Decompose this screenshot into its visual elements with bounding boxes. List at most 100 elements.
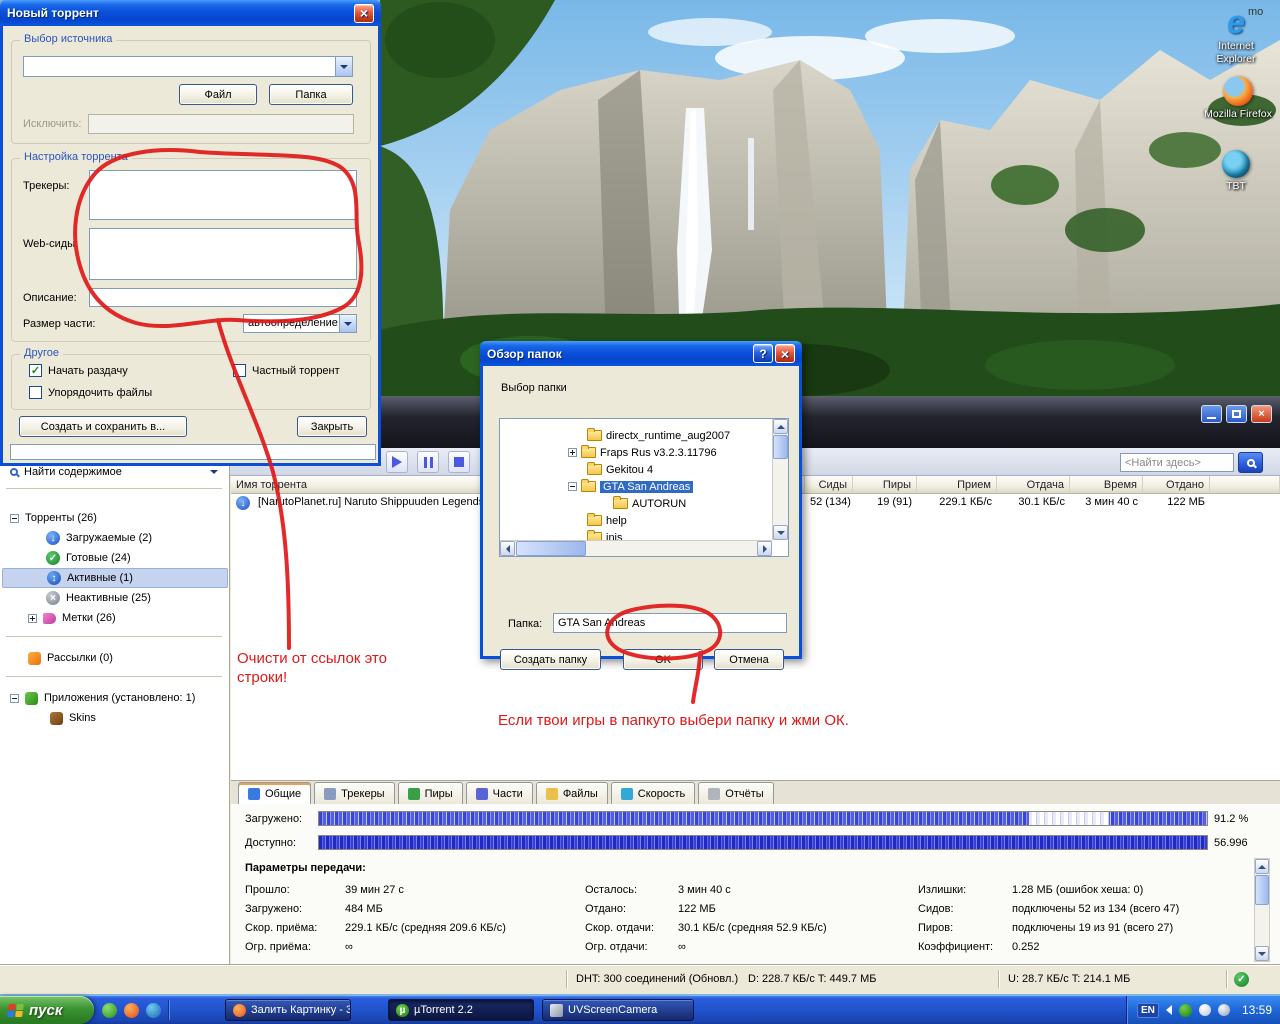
scrollbar-thumb[interactable]: [516, 541, 586, 556]
scrollbar-thumb[interactable]: [773, 435, 788, 459]
webseeds-textarea[interactable]: [89, 228, 357, 280]
sidebar-item-label: Рассылки (0): [47, 652, 113, 664]
sidebar-item-labels[interactable]: Метки (26): [2, 608, 228, 628]
sidebar-item-torrents[interactable]: Торренты (26): [2, 508, 228, 528]
expand-icon[interactable]: [28, 613, 37, 623]
description-input[interactable]: [89, 288, 357, 307]
scrollbar-right-button[interactable]: [757, 541, 772, 556]
trackers-textarea[interactable]: [89, 170, 357, 220]
tree-item[interactable]: help: [587, 512, 627, 529]
tree-item[interactable]: directx_runtime_aug2007: [587, 427, 730, 444]
combo-drop-button[interactable]: [339, 315, 356, 332]
help-button[interactable]: [753, 344, 773, 363]
system-tray: EN 13:59: [1126, 996, 1280, 1024]
tab-logger[interactable]: Отчёты: [698, 782, 774, 804]
param-label: Пиров:: [918, 922, 954, 934]
scrollbar-up-button[interactable]: [773, 419, 788, 434]
collapse-icon[interactable]: [568, 482, 577, 491]
sidebar-item-label: Skins: [69, 712, 96, 724]
scrollbar-up-button[interactable]: [1255, 859, 1269, 874]
column-header-peers[interactable]: Пиры: [853, 476, 917, 494]
tree-item[interactable]: AUTORUN: [613, 495, 686, 512]
tab-general[interactable]: Общие: [238, 782, 312, 804]
minimize-button[interactable]: [1201, 405, 1222, 423]
folder-button[interactable]: Папка: [269, 84, 353, 105]
column-header-uploaded[interactable]: Отдано: [1143, 476, 1210, 494]
clock[interactable]: 13:59: [1242, 1003, 1272, 1017]
param-value: ∞: [678, 941, 686, 953]
create-and-save-button[interactable]: Создать и сохранить в...: [19, 416, 187, 437]
search-button[interactable]: [1238, 452, 1263, 473]
tray-icon[interactable]: [1198, 1004, 1211, 1016]
sidebar-item-feeds[interactable]: Рассылки (0): [2, 648, 228, 668]
tab-speed[interactable]: Скорость: [610, 782, 696, 804]
cancel-button[interactable]: Отмена: [714, 649, 784, 670]
piece-size-combobox[interactable]: автоопределение: [243, 314, 357, 333]
stop-torrent-button[interactable]: [448, 451, 470, 473]
language-indicator[interactable]: EN: [1137, 1002, 1159, 1018]
tab-pieces[interactable]: Части: [465, 782, 533, 804]
tree-item[interactable]: Fraps Rus v3.2.3.11796: [568, 444, 717, 461]
folder-name-input[interactable]: [553, 613, 787, 633]
quick-launch-icon-1[interactable]: [102, 1003, 117, 1018]
tab-trackers[interactable]: Трекеры: [314, 782, 395, 804]
scrollbar-thumb[interactable]: [1255, 875, 1269, 905]
start-torrent-button[interactable]: [386, 451, 408, 473]
column-header-time[interactable]: Время: [1070, 476, 1143, 494]
start-seeding-checkbox-row[interactable]: Начать раздачу: [29, 364, 128, 377]
search-input[interactable]: [1120, 453, 1234, 472]
collapse-icon[interactable]: [10, 693, 19, 703]
close-button[interactable]: [354, 3, 374, 23]
chevron-down-icon: [344, 321, 352, 326]
utorrent-tray-icon[interactable]: [1178, 1003, 1192, 1017]
sidebar-item-downloading[interactable]: ↓ Загружаемые (2): [2, 528, 228, 548]
column-header-down-speed[interactable]: Прием: [917, 476, 997, 494]
scrollbar-down-button[interactable]: [773, 525, 788, 540]
tree-vertical-scrollbar[interactable]: [772, 419, 788, 540]
checkbox-checked-icon[interactable]: [29, 364, 42, 377]
checkbox-icon[interactable]: [29, 386, 42, 399]
tab-peers[interactable]: Пиры: [397, 782, 463, 804]
arrange-files-checkbox-row[interactable]: Упорядочить файлы: [29, 386, 152, 399]
close-dialog-button[interactable]: Закрыть: [297, 416, 367, 437]
sidebar-item-skins[interactable]: Skins: [2, 708, 228, 728]
desktop-icon-tbt[interactable]: TBT: [1200, 150, 1272, 193]
task-button-utorrent[interactable]: µ µTorrent 2.2: [388, 999, 534, 1021]
tray-collapse-icon[interactable]: [1165, 1005, 1172, 1015]
source-combobox[interactable]: [23, 56, 353, 77]
column-header-up-speed[interactable]: Отдача: [997, 476, 1070, 494]
tree-horizontal-scrollbar[interactable]: [500, 540, 772, 556]
detail-scrollbar[interactable]: [1254, 858, 1270, 962]
quick-launch-icon-3[interactable]: [146, 1003, 161, 1018]
close-button[interactable]: ×: [1251, 405, 1272, 423]
sidebar-item-active[interactable]: ↕ Активные (1): [2, 568, 228, 588]
tree-item[interactable]: Gekitou 4: [587, 461, 653, 478]
create-folder-button[interactable]: Создать папку: [500, 649, 601, 670]
ok-button[interactable]: OK: [623, 649, 703, 670]
file-button[interactable]: Файл: [179, 84, 257, 105]
expand-icon[interactable]: [568, 448, 577, 457]
start-button[interactable]: пуск: [0, 996, 94, 1024]
scrollbar-down-button[interactable]: [1255, 946, 1269, 961]
quick-launch-firefox-icon[interactable]: [124, 1003, 139, 1018]
private-torrent-checkbox-row[interactable]: Частный торрент: [233, 364, 340, 377]
maximize-button[interactable]: [1226, 405, 1247, 423]
param-label: Отдано:: [585, 903, 627, 915]
tab-files[interactable]: Файлы: [535, 782, 608, 804]
sidebar-item-apps[interactable]: Приложения (установлено: 1): [2, 688, 228, 708]
task-button-upload-picture[interactable]: Залить Картинку - 3...: [225, 999, 351, 1021]
scrollbar-left-button[interactable]: [500, 541, 515, 556]
tree-item-selected[interactable]: GTA San Andreas: [568, 478, 694, 495]
desktop-icon-mozilla-firefox[interactable]: Mozilla Firefox: [1202, 76, 1274, 121]
volume-icon[interactable]: [1217, 1004, 1230, 1016]
column-header-seeds[interactable]: Сиды: [805, 476, 853, 494]
checkbox-icon[interactable]: [233, 364, 246, 377]
task-button-uvscreencamera[interactable]: UVScreenCamera: [542, 999, 694, 1021]
tab-label: Файлы: [562, 787, 598, 800]
close-button[interactable]: [775, 344, 795, 363]
sidebar-item-inactive[interactable]: × Неактивные (25): [2, 588, 228, 608]
pause-torrent-button[interactable]: [417, 451, 439, 473]
collapse-icon[interactable]: [10, 513, 19, 523]
combo-drop-button[interactable]: [335, 57, 352, 76]
sidebar-item-finished[interactable]: ✓ Готовые (24): [2, 548, 228, 568]
